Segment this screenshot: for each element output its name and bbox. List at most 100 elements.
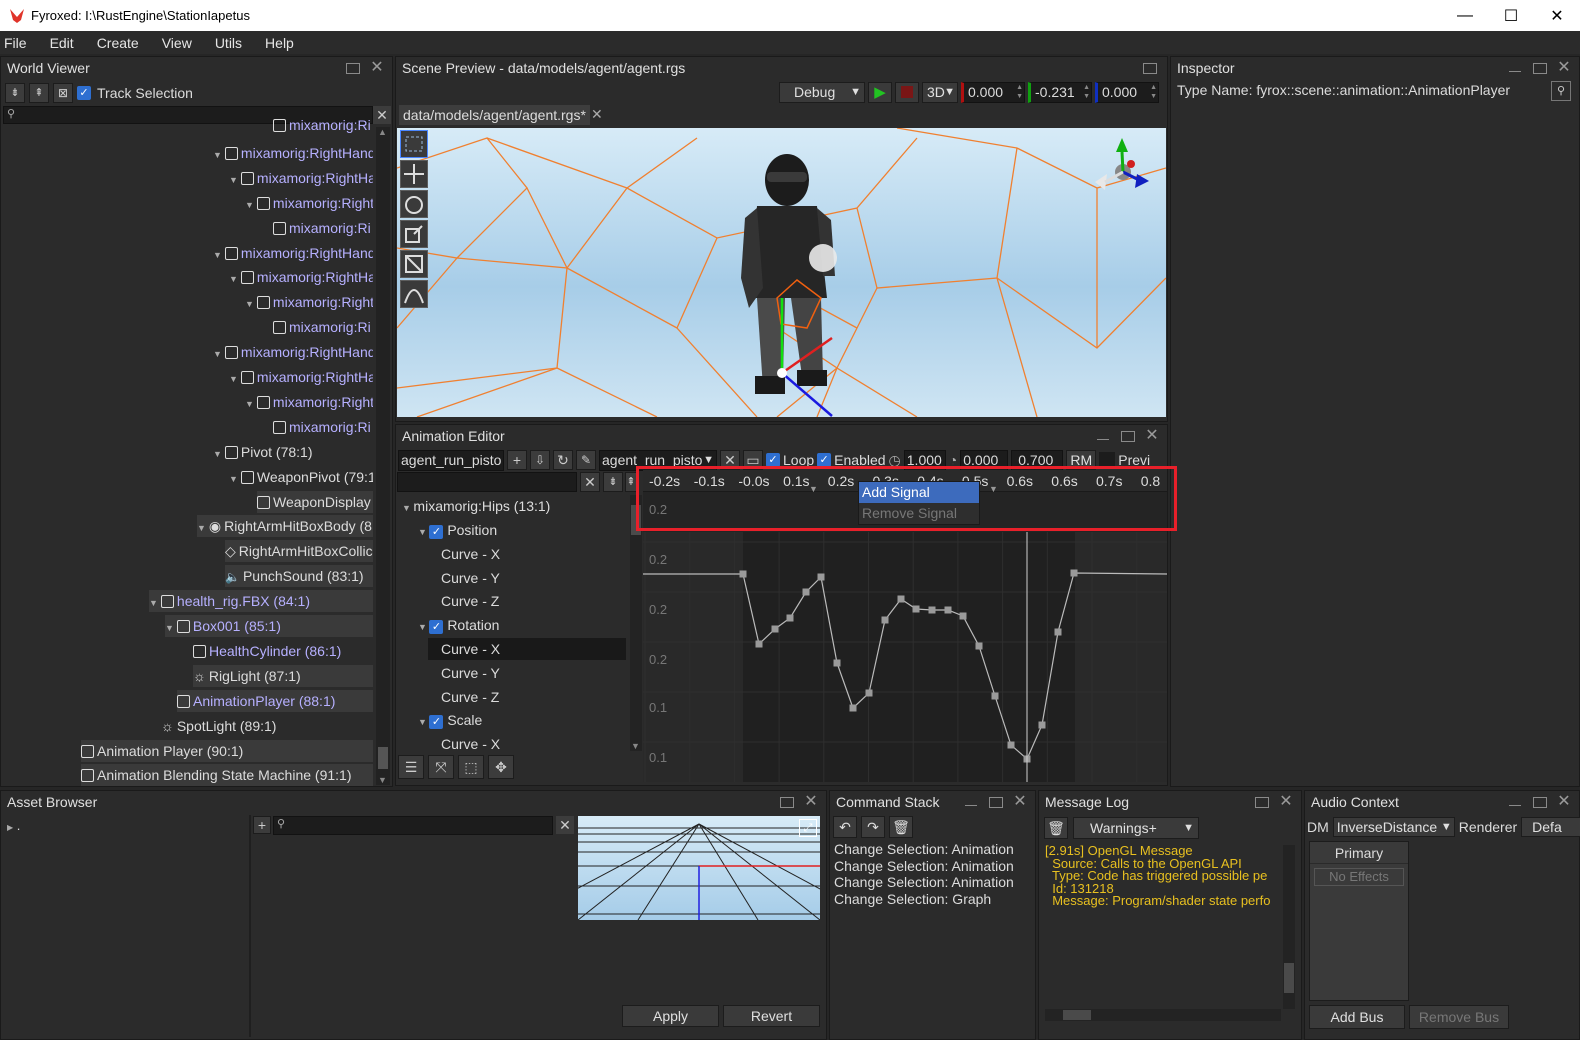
rotate-tool-button[interactable] <box>400 190 428 218</box>
curve-track-item[interactable]: Curve - Y <box>428 567 626 589</box>
curve-key[interactable] <box>928 606 936 614</box>
track-selection-checkbox[interactable]: ✓ <box>77 86 91 100</box>
log-line[interactable]: Message: Program/shader state perfo <box>1045 895 1279 908</box>
command-item[interactable]: Change Selection: Animation <box>834 841 1032 858</box>
scene-tree-item[interactable]: ▼ mixamorig:RightHa <box>229 266 373 288</box>
expand-arrow-icon[interactable]: ▼ <box>213 449 222 459</box>
clear-stack-icon[interactable]: 🗑 <box>889 816 913 838</box>
asset-preview[interactable]: ⤢ <box>578 816 820 920</box>
scene-tree-item[interactable]: AnimationPlayer (88:1) <box>177 689 373 712</box>
track-group-item[interactable]: ▼ ✓ Rotation <box>418 614 499 636</box>
curve-key[interactable] <box>944 606 952 614</box>
remove-bus-button[interactable]: Remove Bus <box>1409 1005 1509 1029</box>
build-mode-dropdown[interactable]: Debug ▼ <box>779 81 865 103</box>
curve-key[interactable] <box>912 605 920 613</box>
camera-x-field[interactable]: 0.000 ▲ ▼ <box>961 81 1025 103</box>
add-folder-icon[interactable]: + <box>253 816 271 834</box>
scene-tab[interactable]: data/models/agent/agent.rgs* <box>399 105 590 125</box>
camera-y-field[interactable]: -0.231 ▲ ▼ <box>1028 81 1092 103</box>
curve-key[interactable] <box>975 642 983 650</box>
curve-key[interactable] <box>991 692 999 700</box>
command-item[interactable]: Change Selection: Graph <box>834 891 1032 908</box>
expand-arrow-icon[interactable]: ▼ <box>229 474 238 484</box>
scene-tree-item[interactable]: ▼ mixamorig:Right <box>245 192 373 214</box>
close-panel-icon[interactable]: ✕ <box>370 60 384 76</box>
curve-key[interactable] <box>959 612 967 620</box>
curve-track-item[interactable]: Curve - X <box>428 638 626 660</box>
enabled-checkbox[interactable]: ✓ <box>817 453 832 467</box>
scene-tree-item[interactable]: ▼ mixamorig:RightHand <box>213 341 373 363</box>
curve-key[interactable] <box>1007 741 1015 749</box>
fit-view-icon[interactable]: ⤧ <box>428 755 454 779</box>
select-tool-button[interactable] <box>400 130 428 158</box>
scene-tree-item[interactable]: ▼ mixamorig:Right <box>245 291 373 313</box>
maximize-panel-icon[interactable] <box>1533 62 1547 74</box>
camera-z-field[interactable]: 0.000 ▲ ▼ <box>1095 81 1159 103</box>
maximize-panel-icon[interactable] <box>780 796 794 808</box>
track-search-input[interactable] <box>397 472 577 492</box>
track-enabled-checkbox[interactable]: ✓ <box>429 525 444 539</box>
scene-tree-item[interactable]: mixamorig:Ri <box>273 316 373 338</box>
scene-tree-item[interactable]: ▼ Box001 (85:1) <box>165 615 373 637</box>
close-panel-icon[interactable]: ✕ <box>1013 794 1027 810</box>
bus-item[interactable]: Primary <box>1310 842 1408 864</box>
animation-name-field[interactable]: agent_run_pisto <box>398 449 504 471</box>
curve-key[interactable] <box>865 689 873 697</box>
close-panel-icon[interactable]: ✕ <box>1557 794 1571 810</box>
curve-key[interactable] <box>833 659 841 667</box>
add-animation-icon[interactable]: + <box>507 450 527 470</box>
locate-selection-icon[interactable]: ⊠ <box>53 83 73 103</box>
scene-tree-item[interactable]: Animation Blending State Machine (91:1) <box>81 764 373 787</box>
scene-tree-item[interactable]: ▼ mixamorig:Right <box>245 391 373 413</box>
curve-key[interactable] <box>817 573 825 581</box>
move-tool-button[interactable] <box>400 160 428 188</box>
minimize-panel-icon[interactable] <box>1509 798 1521 806</box>
expand-arrow-icon[interactable]: ▼ <box>229 374 238 384</box>
curve-track-item[interactable]: Curve - Z <box>428 590 626 612</box>
close-panel-icon[interactable]: ✕ <box>1557 60 1571 76</box>
maximize-panel-icon[interactable] <box>1143 62 1157 74</box>
curve-track-item[interactable]: Curve - Z <box>428 686 626 708</box>
expand-arrow-icon[interactable]: ▼ <box>213 150 222 160</box>
add-track-icon[interactable]: ☰ <box>398 755 424 779</box>
scene-tree-item[interactable]: ▼ mixamorig:RightHa <box>229 366 373 388</box>
maximize-panel-icon[interactable] <box>1533 796 1547 808</box>
apply-button[interactable]: Apply <box>622 1005 719 1027</box>
fit-preview-icon[interactable]: ⤢ <box>799 819 817 837</box>
curve-key[interactable] <box>881 616 889 624</box>
expand-arrow-icon[interactable]: ▼ <box>165 623 174 633</box>
menu-help[interactable]: Help <box>261 35 303 51</box>
curve-key[interactable] <box>849 704 857 712</box>
expand-arrow-icon[interactable]: ▼ <box>418 527 429 537</box>
terrain-tool-button[interactable] <box>400 280 428 308</box>
maximize-panel-icon[interactable] <box>346 62 360 74</box>
maximize-panel-icon[interactable] <box>1121 430 1135 442</box>
close-tab-icon[interactable]: ✕ <box>591 106 603 123</box>
menu-create[interactable]: Create <box>93 35 148 51</box>
curve-key[interactable] <box>1070 569 1078 577</box>
maximize-panel-icon[interactable] <box>989 796 1003 808</box>
track-group-item[interactable]: ▼ ✓ Position <box>418 519 497 541</box>
scene-tree-item[interactable]: ▼ mixamorig:RightHa <box>229 167 373 189</box>
scene-tree-item[interactable]: mixamorig:Ri <box>273 416 373 438</box>
expand-arrow-icon[interactable]: ▼ <box>213 250 222 260</box>
scene-tree-item[interactable]: ☼ RigLight (87:1) <box>193 664 373 687</box>
minimize-panel-icon[interactable] <box>1509 64 1521 72</box>
scene-tree-item[interactable]: ▼ ◉ RightArmHitBoxBody (8 <box>197 515 373 538</box>
minimize-button[interactable]: — <box>1442 7 1488 25</box>
revert-button[interactable]: Revert <box>723 1005 820 1027</box>
close-panel-icon[interactable]: ✕ <box>1145 428 1159 444</box>
clear-log-icon[interactable]: 🗑 <box>1044 817 1068 839</box>
menu-utils[interactable]: Utils <box>211 35 251 51</box>
scene-tree-item[interactable]: ▼ Pivot (78:1) <box>213 441 373 463</box>
menu-view[interactable]: View <box>158 35 201 51</box>
curve-key[interactable] <box>802 588 810 596</box>
maximize-button[interactable]: ☐ <box>1488 6 1534 26</box>
play-button[interactable]: ▶ <box>868 81 892 103</box>
scene-tree-item[interactable]: WeaponDisplay <box>257 490 373 513</box>
collapse-tracks-icon[interactable]: ⇟ <box>603 472 623 492</box>
rename-animation-icon[interactable]: ✎ <box>576 450 596 470</box>
maximize-panel-icon[interactable] <box>1255 796 1269 808</box>
projection-dropdown[interactable]: 3D ▼ <box>922 81 958 103</box>
clear-search-icon[interactable]: ✕ <box>373 106 391 124</box>
